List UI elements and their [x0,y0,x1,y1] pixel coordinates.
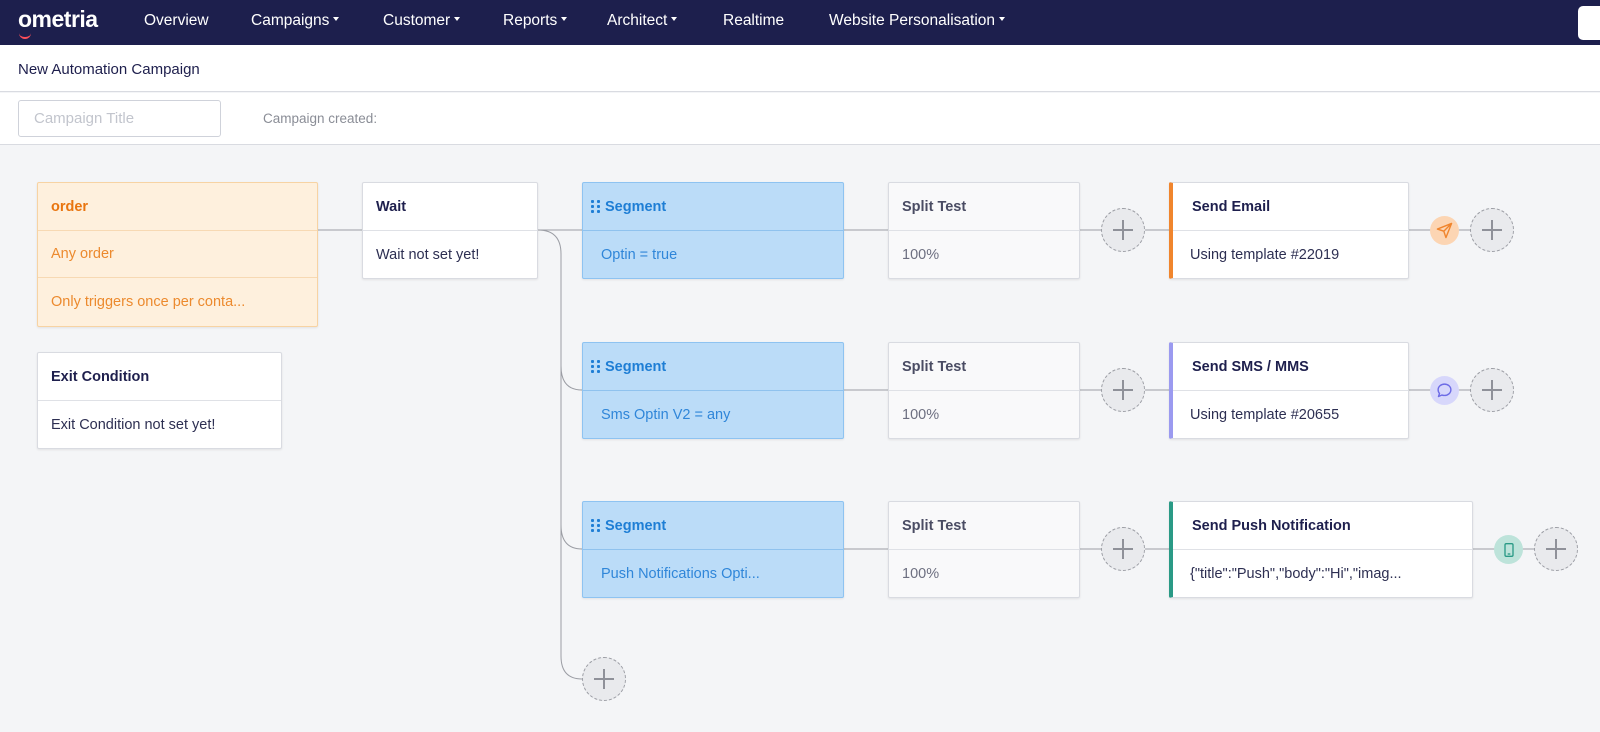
segment-card[interactable]: Segment Optin = true [582,182,844,279]
trigger-card[interactable]: order Any order Only triggers once per c… [37,182,318,327]
split-test-percentage: 100% [902,246,940,263]
trigger-row-order-type: Any order [38,231,317,278]
split-test-title: Split Test [889,502,1079,550]
chat-bubble-icon [1430,376,1459,405]
split-test-title: Split Test [889,183,1079,231]
trigger-row-frequency: Only triggers once per conta... [51,293,246,310]
send-sms-card[interactable]: Send SMS / MMS Using template #20655 [1169,342,1409,439]
add-step-button[interactable] [1470,368,1514,412]
add-step-button[interactable] [1101,527,1145,571]
split-test-card[interactable]: Split Test 100% [888,182,1080,279]
add-step-button[interactable] [1101,368,1145,412]
ometria-logo[interactable]: ometria [18,6,98,39]
add-step-button[interactable] [1534,527,1578,571]
nav-item-label: Reports [503,12,558,29]
split-test-card[interactable]: Split Test 100% [888,342,1080,439]
logo-smile-mark [19,33,31,39]
wait-title: Wait [363,183,537,231]
nav-item-customer[interactable]: Customer [383,12,461,30]
campaign-title-input[interactable] [18,100,221,137]
page-header: New Automation Campaign [0,45,1600,92]
split-test-percentage: 100% [902,565,940,582]
segment-title: Segment [605,198,667,215]
nav-item-realtime[interactable]: Realtime [723,12,784,30]
caret-down-icon [561,16,568,21]
segment-title: Segment [605,358,667,375]
split-test-percentage: 100% [902,406,940,423]
add-step-button[interactable] [1470,208,1514,252]
segment-condition: Optin = true [601,246,678,263]
action-title: Send Email [1173,183,1408,231]
paper-plane-icon [1430,216,1459,245]
add-step-button[interactable] [1101,208,1145,252]
action-template: Using template #20655 [1190,406,1340,423]
mobile-phone-icon [1494,535,1523,564]
exit-condition-card[interactable]: Exit Condition Exit Condition not set ye… [37,352,282,449]
campaign-form-bar: Campaign created: [0,93,1600,145]
segment-condition: Push Notifications Opti... [601,565,760,582]
nav-item-label: Customer [383,12,451,29]
action-template: {"title":"Push","body":"Hi","imag... [1190,565,1402,582]
action-template: Using template #22019 [1190,246,1340,263]
action-title: Send SMS / MMS [1173,343,1408,391]
caret-down-icon [454,16,461,21]
drag-handle-icon[interactable] [591,200,600,213]
caret-down-icon [671,16,678,21]
nav-item-label: Realtime [723,12,785,29]
exit-condition-text: Exit Condition not set yet! [51,416,216,433]
segment-title: Segment [605,517,667,534]
logo-text: ometria [18,6,98,32]
caret-down-icon [333,16,340,21]
wait-text: Wait not set yet! [376,246,480,263]
nav-item-label: Architect [607,12,668,29]
campaign-created-label: Campaign created: [263,111,378,126]
send-email-card[interactable]: Send Email Using template #22019 [1169,182,1409,279]
nav-item-architect[interactable]: Architect [607,12,678,30]
nav-item-reports[interactable]: Reports [503,12,568,30]
nav-item-label: Overview [144,12,209,29]
drag-handle-icon[interactable] [591,360,600,373]
caret-down-icon [999,16,1005,21]
trigger-title: order [38,183,317,231]
wait-card[interactable]: Wait Wait not set yet! [362,182,538,279]
nav-item-label: Website Personalisation [829,12,995,29]
segment-card[interactable]: Segment Sms Optin V2 = any [582,342,844,439]
segment-card[interactable]: Segment Push Notifications Opti... [582,501,844,598]
send-push-notification-card[interactable]: Send Push Notification {"title":"Push","… [1169,501,1473,598]
split-test-card[interactable]: Split Test 100% [888,501,1080,598]
nav-right-button[interactable] [1578,6,1600,40]
nav-item-website-personalisation[interactable]: Website Personalisation [829,12,1005,30]
nav-item-label: Campaigns [251,12,330,29]
exit-condition-title: Exit Condition [38,353,281,401]
action-title: Send Push Notification [1173,502,1472,550]
segment-condition: Sms Optin V2 = any [601,406,731,423]
nav-item-campaigns[interactable]: Campaigns [251,12,340,30]
top-navigation-bar: ometria Overview Campaigns Customer Repo… [0,0,1600,45]
split-test-title: Split Test [889,343,1079,391]
drag-handle-icon[interactable] [591,519,600,532]
nav-item-overview[interactable]: Overview [144,12,209,30]
page-title: New Automation Campaign [18,61,200,78]
add-branch-button[interactable] [582,657,626,701]
